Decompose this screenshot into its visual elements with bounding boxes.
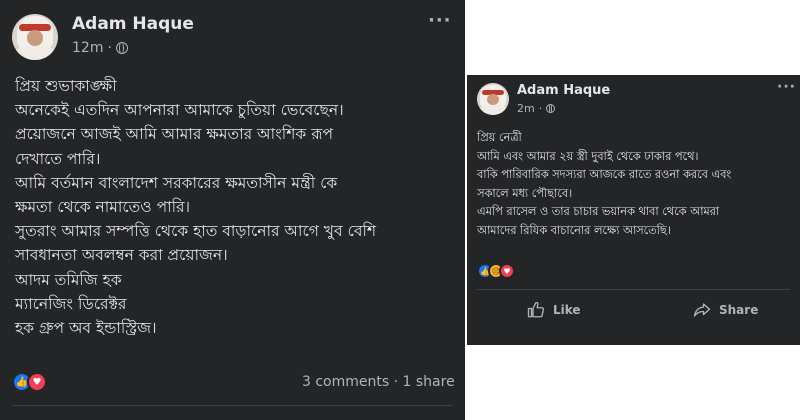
divider: [12, 405, 453, 406]
share-label: Share: [719, 303, 759, 317]
post-line: আমি এবং আমার ২য় স্ত্রী দুবাই থেকে ঢাকার…: [477, 149, 699, 163]
post-line: দেখাতে পারি।: [15, 149, 101, 168]
post-line: আদম তমিজি হক: [15, 270, 122, 289]
globe-icon: [546, 104, 556, 113]
like-label: Like: [553, 303, 581, 317]
more-options-icon[interactable]: ···: [428, 10, 452, 31]
love-reaction-icon: ♥: [499, 263, 515, 279]
post-time[interactable]: 12m: [72, 40, 103, 56]
post-left: Adam Haque 12m · ··· প্রিয় শুভাকাঙ্ক্ষী…: [0, 0, 465, 420]
post-line: বাকি পারিবারিক সদস্যরা আজকে রাতে রওনা কর…: [477, 168, 732, 181]
author-avatar[interactable]: [477, 83, 509, 115]
author-name[interactable]: Adam Haque: [72, 14, 194, 34]
post-line: অনেকেই এতদিন আপনারা আমাকে চুতিয়া ভেবেছে…: [15, 101, 344, 120]
post-line: আমি বর্তমান বাংলাদেশ সরকারের ক্ষমতাসীন ম…: [15, 173, 338, 192]
post-line: ক্ষমতা থেকে নামাতেও পারি।: [15, 198, 191, 217]
author-name[interactable]: Adam Haque: [517, 83, 610, 98]
meta-separator: ·: [538, 102, 543, 115]
post-line: প্রিয় শুভাকাঙ্ক্ষী: [15, 77, 117, 95]
post-right: Adam Haque 2m · ··· প্রিয় নেত্রী আমি এব…: [467, 75, 800, 345]
post-meta: 2m ·: [517, 102, 556, 115]
like-button[interactable]: Like: [527, 301, 581, 319]
post-line: সকালে মধ্য পৌছাবে।: [477, 186, 573, 200]
post-time[interactable]: 2m: [517, 102, 535, 115]
meta-separator: ·: [107, 40, 112, 56]
globe-icon: [115, 42, 128, 54]
post-line: হক গ্রুপ অব ইন্ডাস্ট্রিজ।: [15, 319, 157, 338]
author-avatar[interactable]: [12, 14, 58, 60]
post-line: প্রয়োজনে আজই আমি আমার ক্ষমতার আংশিক রূপ: [15, 125, 333, 144]
post-line: সাবধানতা অবলম্বন করা প্রয়োজন।: [15, 246, 228, 265]
reaction-summary[interactable]: 👍 ♥: [12, 372, 47, 392]
post-line: আমাদের রিযিক বাচানোর লক্ষ্যে আসতেছি।: [477, 223, 671, 237]
divider: [477, 289, 790, 290]
more-options-icon[interactable]: ···: [777, 79, 796, 95]
post-stats[interactable]: 3 comments · 1 share: [302, 374, 455, 390]
share-button[interactable]: Share: [693, 301, 758, 319]
post-line: সুতরাং আমার সম্পত্তি থেকে হাত বাড়ানোর আ…: [15, 222, 377, 241]
post-meta: 12m ·: [72, 40, 128, 56]
post-body: প্রিয় নেত্রী আমি এবং আমার ২য় স্ত্রী দু…: [477, 129, 731, 240]
post-line: প্রিয় নেত্রী: [477, 131, 522, 144]
share-icon: [693, 303, 711, 317]
post-line: ম্যানেজিং ডিরেক্টর: [15, 294, 127, 313]
love-reaction-icon: ♥: [27, 372, 47, 392]
reaction-summary[interactable]: 👍 ☹ ♥: [477, 263, 515, 279]
like-icon: [527, 301, 545, 318]
post-line: এমপি রাসেল ও তার চাচার ভয়ানক থাবা থেকে …: [477, 205, 720, 218]
post-body: প্রিয় শুভাকাঙ্ক্ষী অনেকেই এতদিন আপনারা …: [15, 74, 376, 340]
